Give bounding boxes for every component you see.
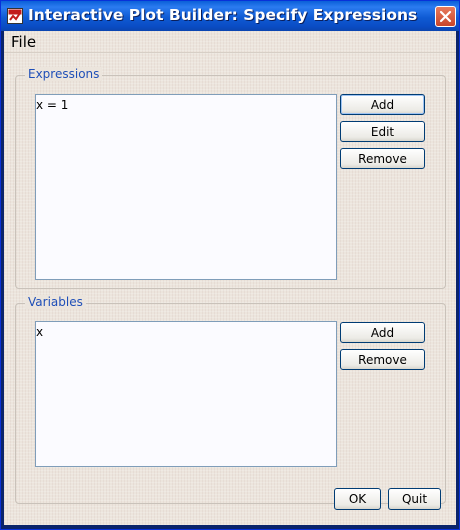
expressions-list[interactable]: x = 1: [35, 94, 337, 280]
expressions-group: Expressions x = 1 Add Edit Remove: [15, 67, 446, 289]
menu-bar: File: [4, 31, 456, 53]
list-item[interactable]: x: [36, 325, 43, 339]
edit-expression-button[interactable]: Edit: [340, 121, 425, 142]
remove-expression-button[interactable]: Remove: [340, 148, 425, 169]
app-icon[interactable]: [7, 8, 23, 24]
add-variable-button[interactable]: Add: [340, 322, 425, 343]
menu-file[interactable]: File: [11, 33, 36, 51]
list-item[interactable]: x = 1: [36, 98, 68, 112]
app-window: Interactive Plot Builder: Specify Expres…: [0, 0, 460, 530]
remove-variable-button[interactable]: Remove: [340, 349, 425, 370]
add-expression-button[interactable]: Add: [340, 94, 425, 115]
close-button[interactable]: [435, 6, 456, 27]
close-icon: [439, 10, 452, 23]
quit-button[interactable]: Quit: [388, 488, 441, 510]
variables-group-title: Variables: [25, 295, 86, 309]
title-bar[interactable]: Interactive Plot Builder: Specify Expres…: [1, 1, 459, 31]
window-title: Interactive Plot Builder: Specify Expres…: [28, 6, 418, 24]
ok-button[interactable]: OK: [334, 488, 381, 510]
variables-group: Variables x Add Remove: [15, 295, 446, 504]
window-client-area: File Expressions x = 1 Add Edit Remove V…: [4, 31, 456, 525]
expressions-group-title: Expressions: [25, 67, 103, 81]
variables-list[interactable]: x: [35, 321, 337, 467]
